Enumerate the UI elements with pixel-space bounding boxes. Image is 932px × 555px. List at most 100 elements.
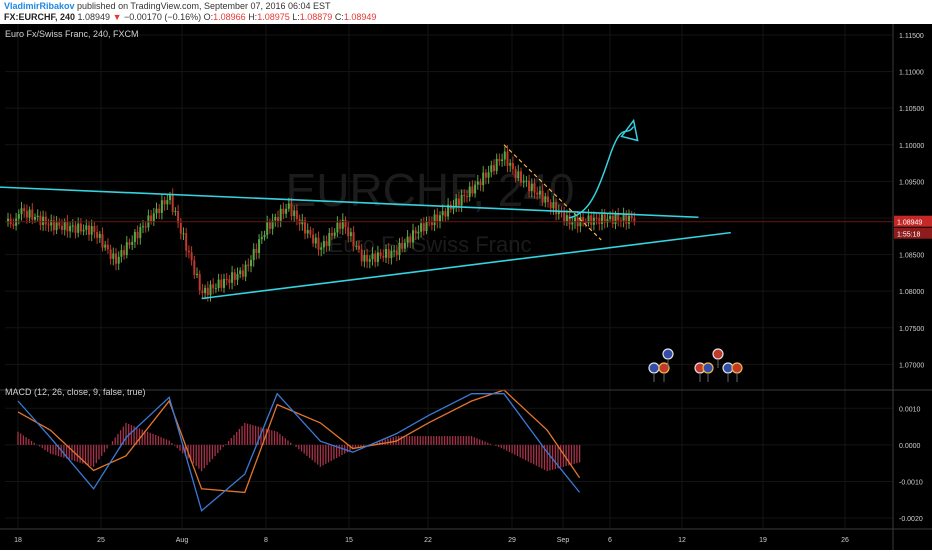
candle-body — [417, 231, 420, 234]
candle-body — [528, 180, 531, 191]
candle-body — [228, 279, 231, 283]
close-label: C: — [334, 12, 344, 22]
candle-body — [47, 224, 50, 226]
candle-body — [290, 203, 293, 217]
candle-body — [412, 230, 414, 243]
event-marker-icon — [731, 362, 743, 374]
candle-body — [128, 242, 131, 245]
chart-canvas[interactable]: EURCHF, 240 Euro Fx/Swiss Franc 1.115001… — [0, 24, 932, 550]
candle-body — [374, 253, 377, 262]
main-pane-title: Euro Fx/Swiss Franc, 240, FXCM — [5, 29, 139, 39]
time-tick-label: 8 — [264, 537, 268, 544]
candle-body — [506, 151, 509, 166]
author-link[interactable]: VladimirRibakov — [4, 1, 75, 11]
candle-body — [266, 222, 269, 236]
candle-body — [74, 225, 77, 233]
candle-body — [144, 226, 147, 228]
candle-body — [582, 217, 585, 222]
candle-body — [31, 209, 34, 220]
macd-tick-label: 0.0000 — [899, 443, 921, 450]
close-value: 1.08949 — [343, 12, 377, 22]
candle-body — [25, 211, 28, 218]
candle-body — [136, 231, 139, 239]
candle-body — [457, 198, 460, 206]
price-tick-label: 1.07000 — [899, 362, 924, 369]
candle-body — [220, 279, 223, 288]
candle-body — [393, 250, 396, 252]
candle-body — [252, 248, 255, 261]
time-tick-label: Sep — [557, 537, 570, 544]
candle-body — [328, 233, 331, 246]
candle-body — [185, 233, 188, 251]
candle-body — [406, 236, 409, 243]
candle-body — [349, 232, 352, 237]
candle-body — [223, 278, 225, 288]
candle-body — [12, 224, 15, 226]
price-tick-label: 1.08500 — [899, 253, 924, 260]
candle-body — [490, 165, 493, 173]
candle-body — [322, 241, 325, 248]
price-tick-label: 1.11500 — [899, 33, 924, 40]
candle-body — [436, 214, 439, 222]
candle-body — [625, 214, 628, 224]
candle-body — [209, 284, 212, 296]
candle-body — [479, 181, 482, 186]
candle-body — [204, 287, 207, 294]
candle-body — [187, 250, 190, 253]
candle-body — [77, 223, 80, 233]
candle-body — [555, 202, 558, 215]
candle-body — [61, 225, 63, 230]
candle-body — [382, 255, 385, 258]
candle-body — [444, 211, 447, 217]
candle-body — [17, 214, 20, 219]
candle-body — [571, 222, 574, 225]
publish-line: VladimirRibakov published on TradingView… — [4, 1, 331, 11]
candle-body — [152, 213, 155, 222]
candle-body — [439, 215, 441, 222]
candle-body — [58, 222, 61, 226]
candle-body — [468, 186, 471, 197]
candle-body — [455, 198, 458, 207]
publish-header: VladimirRibakov published on TradingView… — [0, 0, 932, 24]
candle-body — [190, 252, 193, 261]
candle-body — [325, 241, 328, 246]
candle-body — [314, 237, 317, 244]
candle-body — [241, 270, 244, 277]
candle-body — [363, 255, 366, 262]
candle-body — [309, 229, 312, 235]
candle-body — [193, 260, 196, 275]
chart-area[interactable]: EURCHF, 240 Euro Fx/Swiss Franc 1.11500 1… — [0, 24, 932, 550]
candle-body — [471, 186, 474, 194]
candle-body — [493, 165, 495, 172]
candle-body — [487, 172, 490, 178]
candle-body — [268, 222, 271, 229]
candle-body — [63, 221, 66, 230]
candle-body — [517, 171, 520, 179]
candle-body — [236, 274, 239, 280]
time-tick-label: 29 — [508, 537, 516, 544]
candle-body — [617, 214, 620, 221]
candle-body — [23, 208, 26, 212]
candle-body — [484, 172, 487, 178]
candle-body — [258, 239, 261, 253]
candle-body — [482, 172, 485, 186]
down-arrow-icon: ▼ — [112, 12, 122, 22]
time-tick-label: 19 — [759, 537, 767, 544]
candle-body — [212, 284, 215, 289]
last-price: 1.08949 — [77, 12, 111, 22]
candle-body — [525, 180, 528, 182]
candle-body — [109, 249, 112, 259]
candle-body — [360, 249, 363, 262]
candle-body — [50, 220, 53, 226]
price-tick-label: 1.08000 — [899, 289, 924, 296]
price-tick-label: 1.10000 — [899, 143, 924, 150]
candle-body — [385, 249, 387, 258]
candle-body — [120, 250, 123, 257]
event-marker-icon — [662, 348, 674, 360]
candle-body — [277, 217, 279, 222]
candle-body — [214, 288, 217, 290]
time-tick-label: 25 — [97, 537, 105, 544]
open-label: O: — [203, 12, 214, 22]
candle-body — [611, 215, 614, 225]
candle-body — [158, 208, 161, 213]
